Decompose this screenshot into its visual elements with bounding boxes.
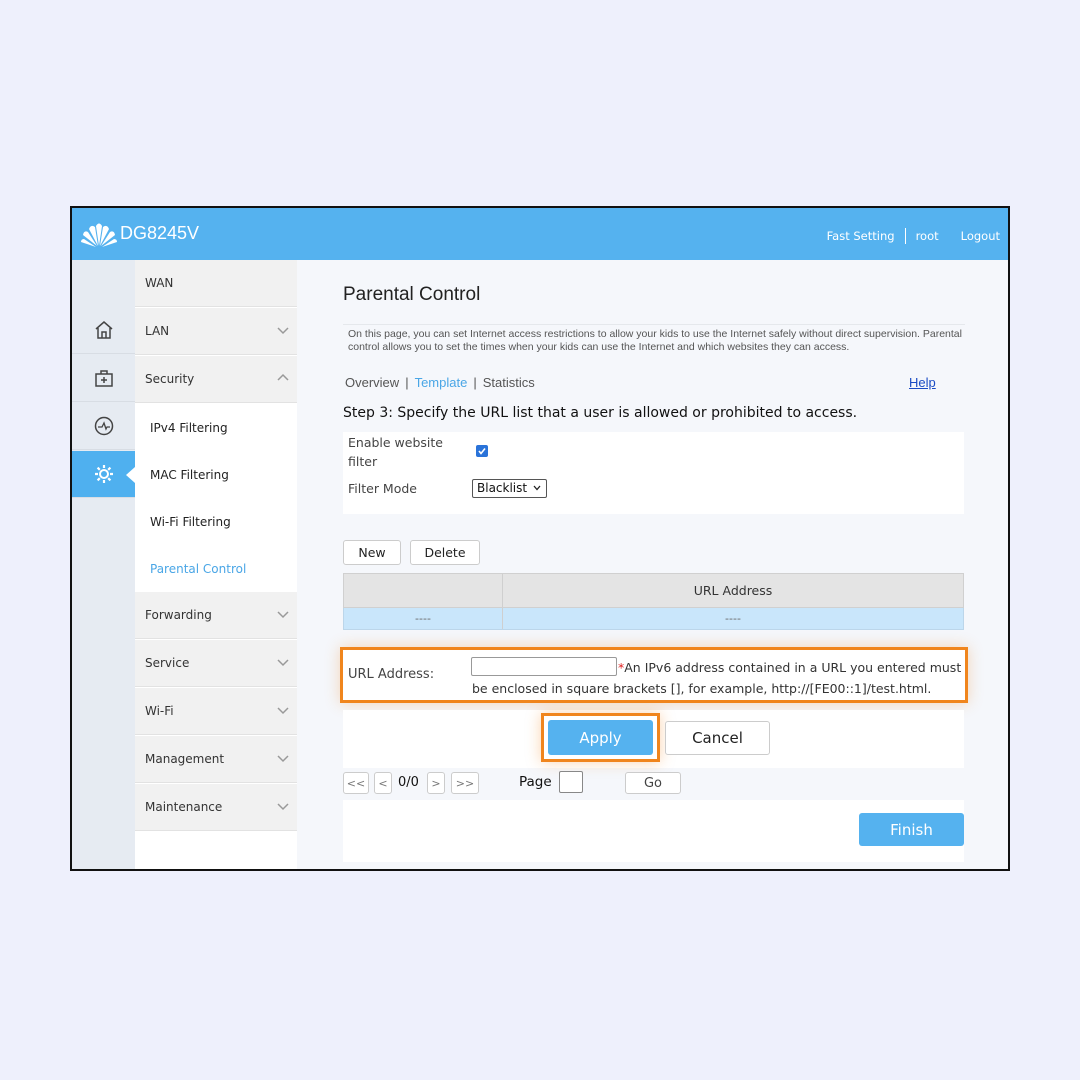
submenu-label: Wi-Fi Filtering (150, 514, 231, 529)
menu-label: Security (145, 372, 195, 386)
menu-label: Maintenance (145, 800, 223, 814)
gear-icon (94, 465, 113, 483)
menu-item-wifi[interactable]: Wi-Fi (135, 688, 297, 735)
home-icon (95, 321, 112, 339)
tab-separator: | (473, 375, 477, 390)
menu-item-security[interactable]: Security (135, 356, 297, 403)
menu-item-maintenance[interactable]: Maintenance (135, 784, 297, 831)
chevron-up-icon (277, 373, 289, 381)
enable-filter-label: Enable website filter (348, 435, 443, 469)
monitor-icon (94, 416, 113, 436)
main-content: Parental Control On this page, you can s… (297, 260, 1008, 869)
rail-diagnostics[interactable] (72, 403, 135, 450)
menu-label: WAN (145, 276, 174, 290)
submenu-label: IPv4 Filtering (150, 420, 228, 435)
prev-page-button[interactable]: < (374, 772, 392, 794)
step-heading: Step 3: Specify the URL list that a user… (343, 405, 858, 421)
user-link[interactable]: root (916, 229, 939, 243)
tab-template[interactable]: Template (415, 375, 468, 390)
help-link[interactable]: Help (909, 375, 936, 390)
last-page-button[interactable]: >> (451, 772, 479, 794)
url-address-row: URL Address: *An IPv6 address contained … (340, 647, 968, 703)
tab-bar: Overview | Template | Statistics (345, 375, 535, 390)
router-window: DG8245V Fast Setting root Logout WAN LAN… (70, 206, 1010, 871)
menu-item-lan[interactable]: LAN (135, 308, 297, 355)
top-bar: DG8245V Fast Setting root Logout (72, 208, 1008, 260)
cancel-button[interactable]: Cancel (665, 721, 770, 755)
next-page-button[interactable]: > (427, 772, 445, 794)
url-hint: *An IPv6 address contained in a URL you … (472, 657, 967, 699)
menu-label: Management (145, 752, 225, 766)
enable-filter-checkbox[interactable] (476, 445, 488, 457)
logout-link[interactable]: Logout (961, 229, 1000, 243)
page-number-input[interactable] (559, 771, 583, 793)
new-button[interactable]: New (343, 540, 401, 565)
device-model: DG8245V (120, 223, 200, 243)
menu-item-management[interactable]: Management (135, 736, 297, 783)
chevron-down-icon (277, 755, 289, 763)
chevron-down-icon (277, 659, 289, 667)
delete-button[interactable]: Delete (410, 540, 480, 565)
table-row[interactable]: ---- ---- (343, 608, 964, 630)
submenu-ipv4-filtering[interactable]: IPv4 Filtering (135, 404, 297, 451)
filter-mode-value: Blacklist (477, 481, 528, 495)
filter-mode-label: Filter Mode (348, 481, 417, 496)
submenu-parental-control[interactable]: Parental Control (135, 545, 297, 592)
chevron-down-icon (277, 803, 289, 811)
chevron-down-icon (533, 485, 541, 491)
tab-overview[interactable]: Overview (345, 375, 399, 390)
cell: ---- (725, 612, 741, 625)
tab-statistics[interactable]: Statistics (483, 375, 535, 390)
header-url-address: URL Address (693, 583, 773, 598)
page-title: Parental Control (343, 284, 481, 305)
header-links: Fast Setting root Logout (827, 228, 1000, 244)
medkit-icon (94, 370, 113, 387)
tab-separator: | (405, 375, 409, 390)
submenu-label: MAC Filtering (150, 467, 229, 482)
page-label: Page (519, 774, 552, 790)
menu-label: Service (145, 656, 190, 670)
url-address-label: URL Address: (348, 667, 435, 682)
action-buttons: Apply Cancel (343, 710, 964, 768)
apply-button[interactable]: Apply (548, 720, 653, 755)
menu-label: Wi-Fi (145, 704, 174, 718)
finish-area: Finish (343, 800, 964, 862)
menu-label: LAN (145, 324, 170, 338)
url-table: URL Address ---- ---- (343, 573, 964, 630)
first-page-button[interactable]: << (343, 772, 369, 794)
submenu-label: Parental Control (150, 561, 247, 576)
icon-rail (72, 260, 135, 869)
side-menu: WAN LAN Security IPv4 Filtering MAC Filt… (135, 260, 297, 869)
url-hint-text: An IPv6 address contained in a URL you e… (472, 660, 962, 696)
go-button[interactable]: Go (625, 772, 681, 794)
huawei-logo-icon (81, 223, 117, 247)
rail-home[interactable] (72, 307, 135, 354)
rail-settings[interactable] (72, 451, 135, 498)
submenu-wifi-filtering[interactable]: Wi-Fi Filtering (135, 498, 297, 545)
page-description: On this page, you can set Internet acces… (348, 328, 962, 353)
rail-application[interactable] (72, 355, 135, 402)
divider (343, 324, 965, 325)
divider (904, 228, 906, 244)
menu-item-wan[interactable]: WAN (135, 260, 297, 307)
page-status: 0/0 (398, 775, 419, 790)
finish-button[interactable]: Finish (859, 813, 964, 846)
fast-setting-link[interactable]: Fast Setting (827, 229, 895, 243)
apply-highlight: Apply (541, 713, 660, 762)
menu-label: Forwarding (145, 608, 212, 622)
menu-item-forwarding[interactable]: Forwarding (135, 592, 297, 639)
header-select-col (344, 574, 503, 607)
chevron-down-icon (277, 611, 289, 619)
chevron-down-icon (277, 327, 289, 335)
filter-settings: Enable website filter Filter Mode Blackl… (343, 432, 964, 514)
chevron-down-icon (277, 707, 289, 715)
cell: ---- (344, 608, 503, 629)
filter-mode-select[interactable]: Blacklist (472, 479, 547, 498)
submenu-mac-filtering[interactable]: MAC Filtering (135, 451, 297, 498)
menu-item-service[interactable]: Service (135, 640, 297, 687)
table-header: URL Address (343, 573, 964, 608)
checkmark-icon (478, 448, 486, 455)
pagination: << < 0/0 > >> Page Go (343, 770, 964, 798)
